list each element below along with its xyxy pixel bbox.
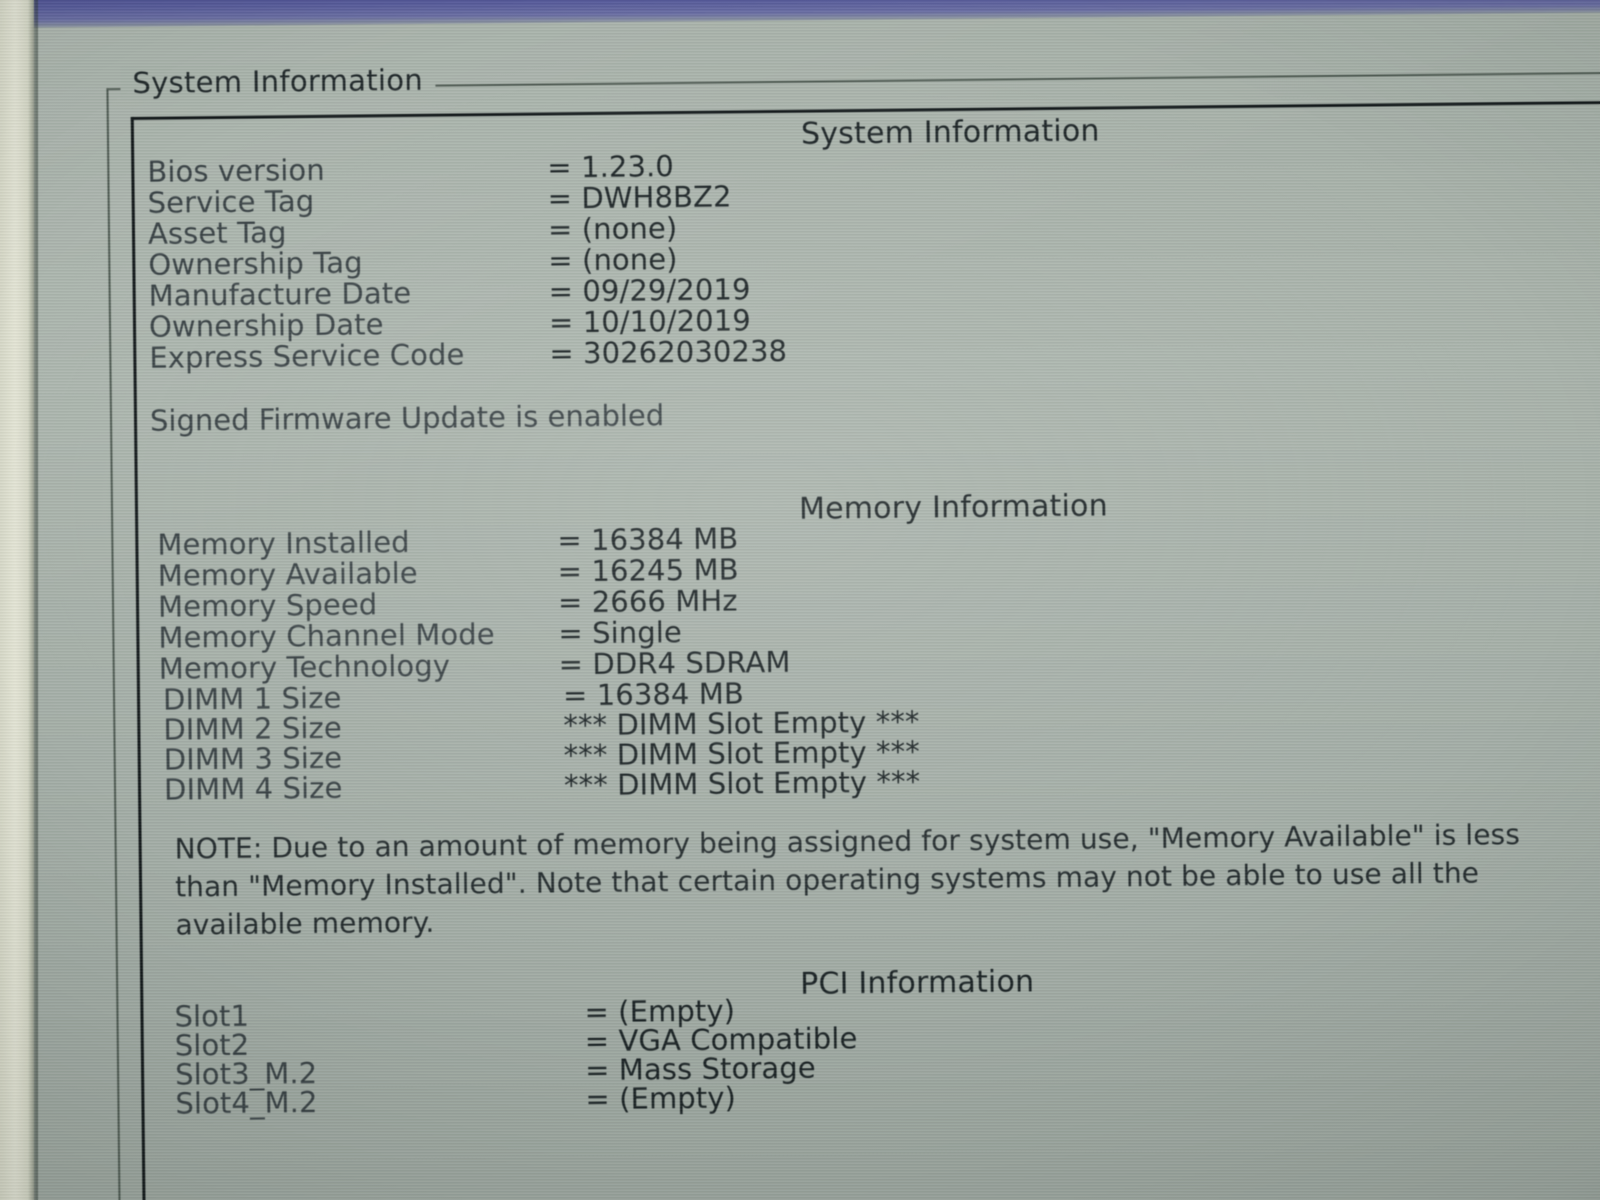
row-express-service-code: Express Service Code = 30262030238 [149, 334, 787, 375]
label-dimm-4-size: DIMM 4 Size [163, 770, 343, 807]
value-slot4-m2: = (Empty) [585, 1080, 737, 1117]
value-service-tag: = DWH8BZ2 [547, 179, 732, 216]
section-title-memory-information: Memory Information [798, 488, 1109, 527]
row-slot4-m2: Slot4_M.2 = (Empty) [175, 1080, 736, 1120]
memory-availability-note: NOTE: Due to an amount of memory being a… [174, 817, 1521, 942]
signed-firmware-update-status: Signed Firmware Update is enabled [149, 398, 665, 438]
bios-screen-photo: System Information System Information Bi… [0, 0, 1600, 1200]
value-asset-tag: = (none) [547, 211, 678, 247]
section-title-system-information: System Information [800, 113, 1100, 152]
value-dimm-4-size: *** DIMM Slot Empty *** [563, 764, 921, 803]
value-ownership-tag: = (none) [548, 242, 678, 278]
label-express-service-code: Express Service Code [149, 337, 465, 375]
label-slot4-m2: Slot4_M.2 [175, 1085, 318, 1121]
value-memory-channel-mode: = Single [558, 615, 683, 651]
value-memory-speed: = 2666 MHz [557, 583, 738, 620]
value-memory-technology: = DDR4 SDRAM [558, 644, 791, 682]
section-title-pci-information: PCI Information [799, 964, 1035, 1002]
bios-setup-ui: System Information System Information Bi… [0, 0, 1600, 1200]
value-express-service-code: = 30262030238 [549, 333, 788, 371]
groupbox-legend: System Information [120, 62, 436, 101]
value-bios-version: = 1.23.0 [547, 149, 675, 185]
